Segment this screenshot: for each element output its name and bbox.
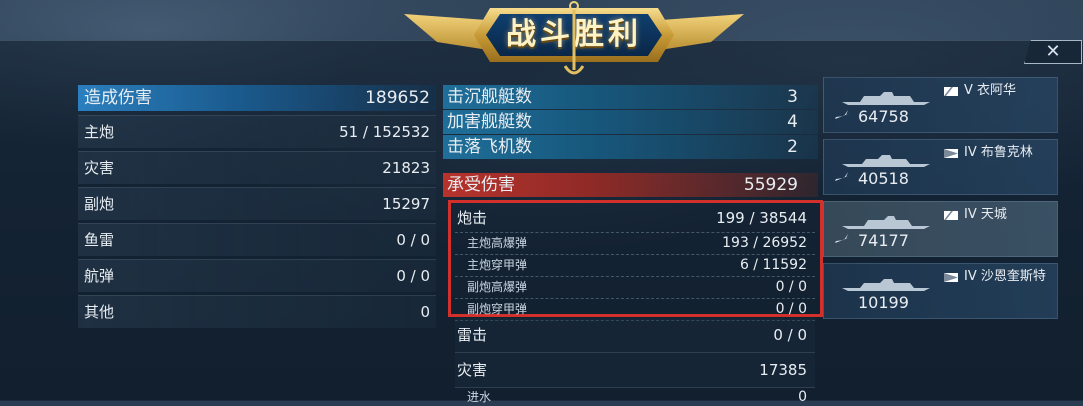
- row-value: 0 / 0: [773, 326, 807, 344]
- ship-name: 天城: [980, 207, 1007, 222]
- ship-damage: 10199: [858, 293, 909, 312]
- row-label: 鱼雷: [84, 231, 115, 249]
- row-value: 15297: [382, 195, 430, 213]
- row-label: 主炮: [84, 123, 115, 141]
- stat-label: 加害舰艇数: [447, 112, 532, 132]
- shell-label: 主炮高爆弹: [467, 236, 528, 250]
- ship-silhouette-icon: [842, 216, 930, 229]
- row-label: 雷击: [457, 326, 488, 344]
- shell-label: 主炮穿甲弹: [467, 258, 528, 272]
- ship-tier: IV: [964, 269, 977, 284]
- ship-tier: IV: [964, 207, 977, 222]
- flag-icon: [944, 273, 958, 282]
- row-label: 航弹: [84, 267, 115, 285]
- ship-card[interactable]: IV 布鲁克林 40518: [823, 139, 1058, 195]
- gunfire-breakdown: 炮击 199 / 38544 主炮高爆弹 193 / 26952 主炮穿甲弹 6…: [455, 204, 815, 321]
- shell-row: 副炮高爆弹 0 / 0: [455, 277, 815, 299]
- row-label: 灾害: [457, 361, 488, 379]
- damage-dealt-value: 189652: [365, 88, 430, 108]
- stat-row-sunk: 击沉舰艇数 3: [443, 85, 818, 109]
- row-value: 17385: [759, 361, 807, 379]
- stat-value: 3: [787, 87, 798, 107]
- row-value: 0: [420, 303, 430, 321]
- damage-dealt-panel: 造成伤害 189652 主炮 51 / 152532 灾害 21823 副炮 1…: [78, 85, 436, 331]
- stat-value: 4: [787, 112, 798, 132]
- shell-value: 0 / 0: [775, 279, 807, 295]
- stat-label: 击沉舰艇数: [447, 87, 532, 107]
- stat-value: 2: [787, 137, 798, 157]
- flooding-row: 进水 0: [455, 388, 815, 406]
- ship-card[interactable]: IV 天城 74177: [823, 201, 1058, 257]
- shell-label: 副炮穿甲弹: [467, 302, 528, 316]
- ship-name: 布鲁克林: [980, 145, 1033, 160]
- plane-icon: [835, 172, 851, 181]
- victory-badge: 战斗胜利: [404, 0, 744, 82]
- row-label: 其他: [84, 303, 115, 321]
- gunfire-row: 炮击 199 / 38544: [455, 204, 815, 233]
- ship-card[interactable]: V 衣阿华 64758: [823, 77, 1058, 133]
- damage-row: 其他 0: [78, 295, 436, 328]
- hazard-taken-row: 灾害 17385: [455, 353, 815, 388]
- ship-silhouette-icon: [842, 279, 930, 291]
- row-value: 21823: [382, 159, 430, 177]
- row-value: 0 / 0: [396, 231, 430, 249]
- row-value: 51 / 152532: [339, 123, 430, 141]
- battle-stats-panel: 击沉舰艇数 3 加害舰艇数 4 击落飞机数 2 承受伤害 55929: [443, 85, 818, 197]
- torpedo-taken-row: 雷击 0 / 0: [455, 318, 815, 353]
- close-icon: ✕: [1045, 41, 1061, 62]
- damage-row: 主炮 51 / 152532: [78, 115, 436, 148]
- row-label: 灾害: [84, 159, 115, 177]
- flag-icon: [944, 211, 958, 220]
- flag-icon: [944, 149, 958, 158]
- ship-damage: 40518: [858, 169, 909, 188]
- shell-value: 193 / 26952: [722, 235, 807, 251]
- gunfire-label: 炮击: [457, 209, 488, 227]
- ship-name: 沙恩奎斯特: [980, 269, 1046, 284]
- ship-silhouette-icon: [842, 92, 930, 105]
- plane-icon: [835, 110, 851, 119]
- flag-icon: [944, 87, 958, 96]
- damage-taken-lower: 雷击 0 / 0 灾害 17385 进水 0: [455, 318, 815, 406]
- shell-value: 6 / 11592: [739, 257, 807, 273]
- ship-tier: IV: [964, 145, 977, 160]
- damage-dealt-label: 造成伤害: [84, 88, 152, 108]
- ship-damage: 74177: [858, 231, 909, 250]
- damage-row: 灾害 21823: [78, 151, 436, 184]
- row-label: 副炮: [84, 195, 115, 213]
- damage-row: 鱼雷 0 / 0: [78, 223, 436, 256]
- anchor-icon: [564, 1, 584, 75]
- ship-tier: V: [964, 83, 973, 98]
- damage-row: 航弹 0 / 0: [78, 259, 436, 292]
- plane-icon: [835, 234, 851, 243]
- shell-label: 副炮高爆弹: [467, 280, 528, 294]
- damage-row: 副炮 15297: [78, 187, 436, 220]
- ship-card[interactable]: IV 沙恩奎斯特 10199: [823, 263, 1058, 319]
- shell-value: 0 / 0: [775, 301, 807, 317]
- stat-row-damaged: 加害舰艇数 4: [443, 110, 818, 134]
- row-label: 进水: [467, 390, 492, 404]
- shell-row: 主炮高爆弹 193 / 26952: [455, 233, 815, 255]
- damage-taken-value: 55929: [743, 175, 798, 195]
- ship-name: 衣阿华: [977, 83, 1017, 98]
- row-value: 0 / 0: [396, 267, 430, 285]
- gunfire-value: 199 / 38544: [716, 209, 807, 227]
- damage-dealt-header: 造成伤害 189652: [78, 85, 436, 111]
- row-value: 0: [798, 389, 807, 405]
- damage-taken-label: 承受伤害: [447, 175, 515, 195]
- close-button[interactable]: ✕: [1024, 40, 1082, 64]
- ship-silhouette-icon: [842, 155, 930, 167]
- damage-taken-header: 承受伤害 55929: [443, 173, 818, 197]
- stat-row-planes: 击落飞机数 2: [443, 135, 818, 159]
- ship-damage: 64758: [858, 107, 909, 126]
- shell-row: 主炮穿甲弹 6 / 11592: [455, 255, 815, 277]
- stat-label: 击落飞机数: [447, 137, 532, 157]
